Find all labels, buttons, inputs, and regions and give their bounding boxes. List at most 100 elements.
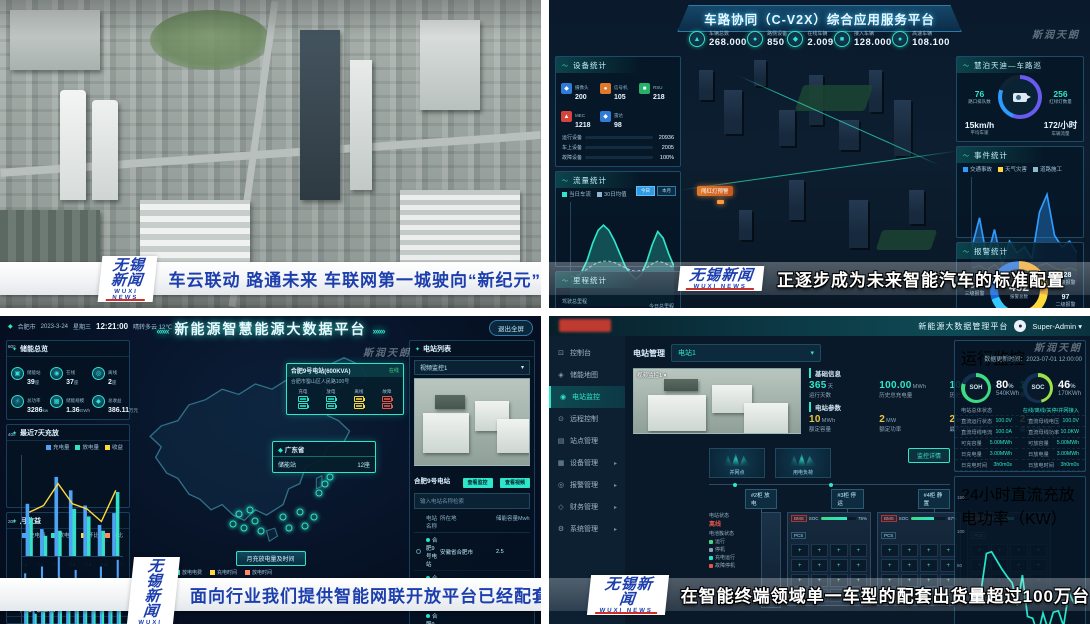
stat-icon: ◉	[50, 367, 63, 380]
device-tile: ◆ 雷达 98	[600, 104, 636, 129]
table-row[interactable]: 合肥9号电站 安徽省合肥市 2.5	[414, 609, 530, 624]
table-row[interactable]: 合肥9号电站 安徽省合肥市 2.5	[414, 533, 530, 571]
row-label: 直流母线功率	[1028, 429, 1059, 436]
bar-track	[585, 146, 653, 149]
col-location: 所在地	[440, 514, 496, 530]
legend-swatch	[998, 167, 1003, 172]
user-menu[interactable]: Super-Admin ▾	[1032, 322, 1082, 331]
map-marker[interactable]	[296, 508, 303, 515]
exit-fullscreen-button[interactable]: 退出全屏	[489, 320, 533, 336]
map-marker[interactable]	[302, 523, 309, 530]
sidebar-item[interactable]: ◎ 报警管理 ▸	[549, 474, 625, 496]
monitor-row: 日放电量 3.00MWh	[1022, 449, 1085, 460]
view-video-button[interactable]: 查看视频	[500, 478, 530, 488]
chart-title: 24小时直流充放电功率（KW）	[961, 481, 1079, 529]
building-3d	[849, 200, 868, 248]
logo-en: WUXI NEWS	[136, 620, 163, 624]
channel-logo-blur	[559, 319, 611, 332]
province-tooltip: ◆ 广东省 储能站12座	[272, 441, 376, 473]
legend-item: 放电电费	[175, 569, 202, 576]
map-marker[interactable]	[241, 525, 248, 532]
map-marker[interactable]	[230, 520, 237, 527]
station-logo: 无锡新闻 WUXI NEWS	[126, 557, 180, 624]
bottom-tab[interactable]: 月充放电量及时间	[235, 551, 305, 566]
patrol-panel: 〜慧泊天迪—车路巡 76 路口排队数 256 红绿灯数量 15km/h 平均车速	[956, 56, 1084, 142]
node-label: 用电负荷	[793, 469, 813, 477]
map-marker[interactable]	[280, 513, 287, 520]
device-tile: ● 信号机 105	[600, 76, 636, 101]
cabinet-chip[interactable]: #3柜 停运	[831, 489, 863, 509]
bar-label: 运行设备	[562, 134, 582, 141]
map-marker[interactable]	[246, 506, 253, 513]
map-marker[interactable]	[316, 490, 323, 497]
legend-swatch	[963, 167, 968, 172]
cluster-swatch	[709, 556, 713, 560]
monitor-detail-button[interactable]: 监控详情	[908, 448, 950, 463]
panel-title: ✦电站列表	[410, 341, 534, 357]
bar-value: 20936	[656, 135, 674, 141]
info-item: 2MW 额定功率	[879, 414, 941, 433]
view-monitor-button[interactable]: 查看监控	[463, 478, 493, 488]
range-today-button[interactable]: 今日	[636, 186, 655, 196]
soc-fill	[911, 517, 935, 520]
map-marker[interactable]	[327, 473, 334, 480]
building-graphic	[420, 20, 480, 110]
sidebar-item[interactable]: ▦ 设备管理 ▸	[549, 452, 625, 474]
caption-bar: 无锡新闻 WUXI NEWS 正逐步成为未来智能汽车的标准配置	[549, 262, 1090, 295]
sidebar-item[interactable]: ◇ 财务管理 ▸	[549, 496, 625, 518]
row-label: 直流母线电压	[1028, 418, 1059, 425]
mileage-today-label: 今日总里程	[649, 304, 674, 308]
cabinet-chip[interactable]: #4柜 静置	[918, 489, 950, 509]
sidebar-item[interactable]: ▤ 站点管理	[549, 430, 625, 452]
map-marker[interactable]	[310, 513, 317, 520]
patrol-value: 76	[961, 89, 998, 99]
sidebar-item[interactable]: ⚙ 系统管理 ▸	[549, 518, 625, 540]
prov-row-value: 12座	[357, 460, 370, 469]
top-stats-row: ▲ 车辆总数 268.000 ● 路侧设备 850 ◆ 在线车辆 2.	[689, 30, 950, 48]
map-marker[interactable]	[321, 480, 328, 487]
logo-en: WUXI NEWS	[688, 284, 753, 290]
sidebar-item[interactable]: ◉ 电站监控	[549, 386, 625, 408]
map-marker[interactable]	[252, 518, 259, 525]
cabinet-chip[interactable]: #2柜 放电	[745, 489, 777, 509]
device-value: 1218	[575, 122, 591, 129]
row-label: 日充电量	[961, 451, 982, 458]
soc-label: SOC	[899, 516, 909, 521]
video-source-dropdown[interactable]: 视频监控1 ▾	[414, 360, 530, 375]
soc-fill	[821, 517, 848, 520]
avatar[interactable]: ●	[1014, 320, 1026, 332]
ytick: 40	[8, 432, 13, 437]
row-name: 合肥9号电站	[426, 612, 440, 624]
row-label: 日充电时间	[961, 462, 987, 469]
station-select[interactable]: 电站1 ▾	[671, 344, 821, 362]
pylon-graphic	[724, 452, 750, 466]
sidebar-item[interactable]: ◈ 储能地图	[549, 364, 625, 386]
star-icon: ✦	[415, 346, 420, 353]
stat-unit: GWh	[80, 408, 90, 413]
frame-cv2x-dashboard: 闯红灯预警 车路协同（C-V2X）综合应用服务平台 斯润天朗 ▲ 车辆总数 26…	[549, 0, 1090, 308]
legend-swatch	[105, 445, 110, 450]
info-value: 10	[809, 414, 821, 425]
sidebar-item[interactable]: ⊙ 远程控制	[549, 408, 625, 430]
month-yticks: 6040200	[8, 344, 13, 612]
device-bar: 运行设备 20936	[562, 134, 674, 141]
row-label: 日放电时间	[1028, 462, 1054, 469]
park-graphic	[150, 10, 270, 70]
sidebar-item[interactable]: ⊡ 控制台	[549, 342, 625, 364]
battery-cell: +	[791, 559, 809, 572]
row-radio[interactable]	[416, 549, 421, 554]
stat-number: 37	[66, 379, 74, 386]
device-panel: 〜设备统计 ◆ 摄像头 200 ● 信号机	[555, 56, 681, 167]
platform-title-text: 新能源智慧能源大数据平台	[175, 321, 367, 337]
map-marker[interactable]	[235, 511, 242, 518]
device-bars: 运行设备 20936 车上设备 2005 故障设备 100%	[556, 132, 680, 166]
stat-value: 386.11万元	[108, 407, 138, 414]
map-marker[interactable]	[257, 527, 264, 534]
row-value: 在线/离线/关停/并网接入	[1023, 407, 1079, 414]
station-search-input[interactable]: 输入电站名称检索	[414, 493, 530, 509]
range-month-button[interactable]: 本月	[657, 186, 676, 196]
grid-node: 用电负荷	[775, 448, 831, 478]
row-value: 100.0V	[1063, 418, 1079, 425]
map-marker[interactable]	[285, 525, 292, 532]
pylon-graphic	[790, 452, 816, 466]
